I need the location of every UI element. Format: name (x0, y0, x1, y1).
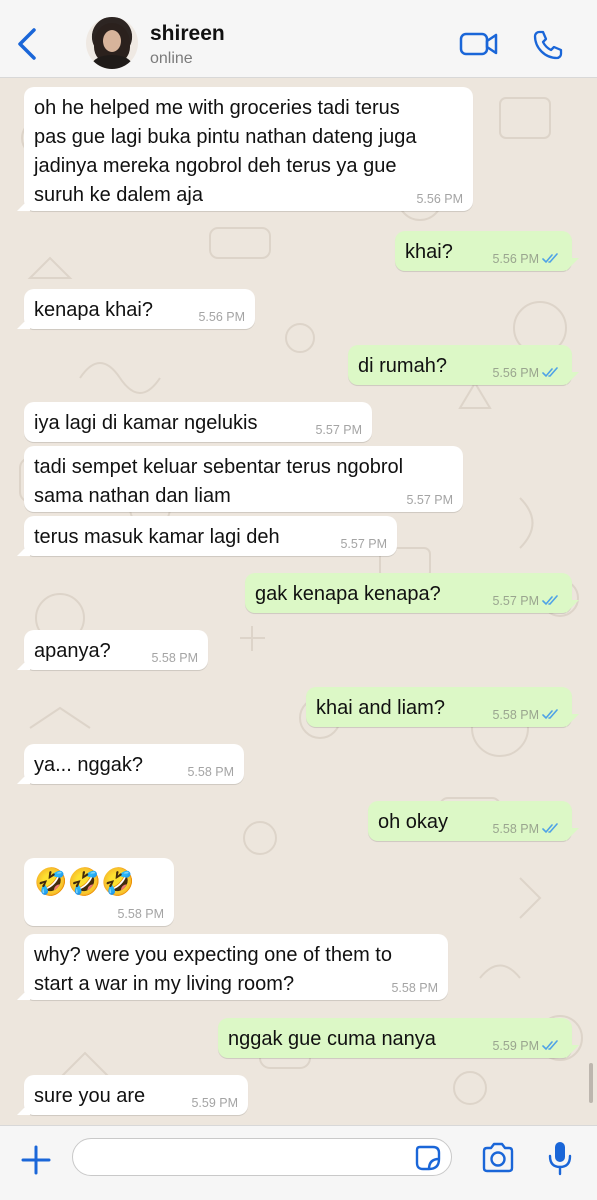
message-text: iya lagi di kamar ngelukis (34, 412, 258, 434)
video-call-icon[interactable] (459, 30, 499, 58)
plus-icon[interactable] (20, 1144, 52, 1176)
message-text: why? were you expecting one of them to s… (34, 944, 392, 995)
message-outgoing[interactable]: nggak gue cuma nanya 5.59 PM (218, 1018, 572, 1058)
message-incoming[interactable]: oh he helped me with groceries tadi teru… (17, 87, 473, 211)
message-timestamp: 5.58 PM (391, 981, 438, 995)
message-text: apanya? (34, 640, 111, 662)
message-timestamp: 5.58 PM (117, 907, 164, 921)
message-timestamp: 5.57 PM (492, 594, 539, 608)
message-text: sure you are (34, 1085, 146, 1107)
double-check-icon (542, 253, 558, 264)
message-timestamp: 5.59 PM (492, 1039, 539, 1053)
message-text: kenapa khai? (34, 299, 153, 321)
message-incoming[interactable]: why? were you expecting one of them to s… (17, 934, 448, 1000)
message-outgoing[interactable]: oh okay 5.58 PM (368, 801, 572, 841)
message-incoming[interactable]: kenapa khai? 5.56 PM (17, 289, 255, 329)
message-incoming[interactable]: terus masuk kamar lagi deh 5.57 PM (17, 516, 397, 556)
message-input-wrapper[interactable] (72, 1138, 452, 1176)
message-text: terus masuk kamar lagi deh (34, 526, 280, 548)
double-check-icon (542, 709, 558, 720)
message-incoming[interactable]: 🤣🤣🤣 5.58 PM (24, 858, 174, 926)
microphone-icon[interactable] (547, 1140, 573, 1176)
message-timestamp: 5.56 PM (416, 192, 463, 206)
message-outgoing[interactable]: khai? 5.56 PM (395, 231, 572, 271)
message-text: khai and liam? (316, 697, 445, 719)
message-text: gak kenapa kenapa? (255, 583, 441, 605)
composer-bar (0, 1125, 597, 1200)
camera-icon[interactable] (480, 1142, 516, 1174)
scroll-indicator[interactable] (589, 1063, 593, 1103)
message-meta: 5.56 PM (492, 366, 560, 380)
double-check-icon (542, 367, 558, 378)
message-list[interactable]: oh he helped me with groceries tadi teru… (0, 78, 597, 1125)
message-outgoing[interactable]: khai and liam? 5.58 PM (306, 687, 572, 727)
message-timestamp: 5.57 PM (315, 423, 362, 437)
contact-avatar[interactable] (86, 17, 138, 69)
message-timestamp: 5.59 PM (191, 1096, 238, 1110)
contact-name[interactable]: shireen (150, 22, 225, 46)
message-incoming[interactable]: ya... nggak? 5.58 PM (17, 744, 244, 784)
message-text: khai? (405, 241, 453, 263)
double-check-icon (542, 595, 558, 606)
message-meta: 5.57 PM (492, 594, 560, 608)
message-timestamp: 5.58 PM (492, 708, 539, 722)
message-text: oh he helped me with groceries tadi teru… (34, 97, 417, 206)
message-input[interactable] (87, 1145, 411, 1171)
message-meta: 5.58 PM (492, 708, 560, 722)
message-emoji-text: 🤣🤣🤣 (34, 867, 135, 897)
phone-icon[interactable] (531, 28, 565, 62)
message-incoming[interactable]: iya lagi di kamar ngelukis 5.57 PM (24, 402, 372, 442)
message-text: oh okay (378, 811, 449, 833)
message-timestamp: 5.56 PM (492, 366, 539, 380)
message-text: tadi sempet keluar sebentar terus ngobro… (34, 456, 404, 507)
message-timestamp: 5.58 PM (151, 651, 198, 665)
message-text: di rumah? (358, 355, 447, 377)
message-meta: 5.58 PM (492, 822, 560, 836)
message-meta: 5.56 PM (492, 252, 560, 266)
message-incoming[interactable]: apanya? 5.58 PM (17, 630, 208, 670)
message-text: nggak gue cuma nanya (228, 1028, 436, 1050)
message-timestamp: 5.58 PM (187, 765, 234, 779)
message-outgoing[interactable]: di rumah? 5.56 PM (348, 345, 572, 385)
contact-status: online (150, 50, 193, 67)
chat-header: shireen online (0, 0, 597, 78)
message-text: ya... nggak? (34, 754, 143, 776)
message-meta: 5.59 PM (492, 1039, 560, 1053)
message-timestamp: 5.56 PM (198, 310, 245, 324)
sticker-icon[interactable] (415, 1145, 441, 1171)
double-check-icon (542, 1040, 558, 1051)
message-incoming[interactable]: tadi sempet keluar sebentar terus ngobro… (24, 446, 463, 512)
message-timestamp: 5.58 PM (492, 822, 539, 836)
message-timestamp: 5.57 PM (406, 493, 453, 507)
message-outgoing[interactable]: gak kenapa kenapa? 5.57 PM (245, 573, 572, 613)
message-timestamp: 5.56 PM (492, 252, 539, 266)
double-check-icon (542, 823, 558, 834)
message-timestamp: 5.57 PM (340, 537, 387, 551)
message-incoming[interactable]: sure you are 5.59 PM (17, 1075, 248, 1115)
back-chevron-icon[interactable] (12, 26, 46, 62)
